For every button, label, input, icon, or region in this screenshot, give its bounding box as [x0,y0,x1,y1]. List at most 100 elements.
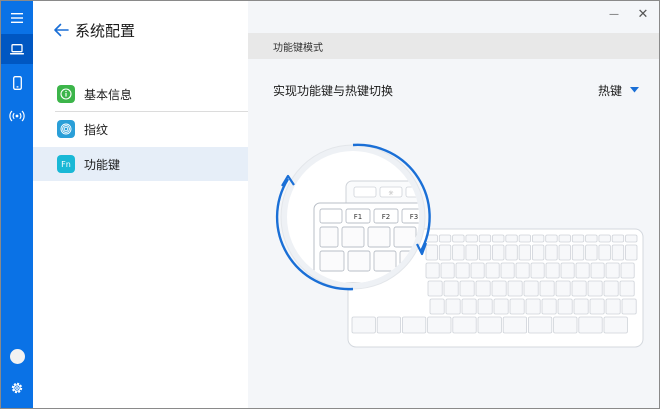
keyboard-key [558,244,571,261]
fn-key-icon-text: Fn [61,159,71,169]
keyboard-key [553,316,578,334]
keyboard-key [478,234,492,243]
keyboard-key [401,316,427,334]
keyboard-key [603,316,628,334]
rail-item-wireless[interactable] [1,101,33,131]
fn-key-icon: Fn [57,155,75,173]
keyboard-key [531,244,545,261]
keyboard-key [493,298,509,315]
keyboard-key [485,262,500,279]
keyboard-key [625,244,638,261]
keyboard-key [575,262,590,279]
fn-mode-setting-row: 实现功能键与热键切换 热键 [248,77,659,103]
keyboard-key [557,298,573,315]
keyboard-key [578,316,603,334]
keyboard-key [585,244,598,261]
settings-button[interactable] [1,373,33,403]
keyboard-key [492,244,505,261]
keyboard-key [425,262,440,279]
back-arrow-icon[interactable] [53,22,69,38]
keyboard-key [531,234,545,243]
keyboard-key [505,244,518,261]
minimize-button[interactable]: — [604,5,624,23]
keyboard-key [438,234,452,243]
keyboard-key [571,234,585,243]
keyboard-key [459,280,475,297]
fn-mode-dropdown[interactable]: 热键 [598,82,639,99]
close-icon: ✕ [637,6,649,22]
key-label: F2 [382,213,390,221]
keyboard-key [438,244,452,261]
settings-nav-panel: 系统配置 基本信息 指纹 Fn 功能键 [33,1,248,408]
keyboard-key [509,298,525,315]
keyboard-key [555,280,571,297]
nav-item-fingerprint[interactable]: 指纹 [33,112,248,146]
keyboard-key [507,280,523,297]
keyboard-key [505,234,518,243]
page-title: 系统配置 [75,21,136,40]
keyboard-key [619,280,635,297]
close-button[interactable]: ✕ [633,5,653,23]
keyboard-key [539,280,555,297]
keyboard-key [455,262,470,279]
section-title: 功能键模式 [273,42,323,54]
keyboard-key [491,280,507,297]
keyboard-key [620,262,635,279]
info-icon [57,85,75,103]
caret-down-icon [630,87,639,93]
nav-item-label: 基本信息 [84,87,133,102]
dropdown-value: 热键 [597,83,622,98]
keyboard-key [425,244,438,261]
keyboard-key [443,280,459,297]
keyboard-key [558,234,571,243]
rail-item-phone[interactable] [1,68,33,98]
wireless-icon [9,110,25,122]
user-avatar-button[interactable] [1,341,33,371]
window-titlebar: — ✕ [248,1,659,29]
keyboard-key [611,244,625,261]
keyboard-key [475,280,491,297]
keyboard-key [500,262,515,279]
keyboard-key [541,298,557,315]
nav-header: 系统配置 [33,15,248,45]
keyboard-key [598,244,611,261]
keyboard-key [477,298,493,315]
fingerprint-icon [57,120,75,138]
key-label: F1 [354,213,362,221]
nav-item-basic-info[interactable]: 基本信息 [33,77,248,111]
keyboard-key [571,280,587,297]
keyboard-key [621,298,637,315]
keyboard-key [587,280,603,297]
keyboard-key [523,280,539,297]
svg-text:☼: ☼ [388,190,394,197]
keyboard-key [625,234,638,243]
keyboard-key [376,316,401,334]
keyboard-key [470,262,485,279]
setting-label: 实现功能键与热键切换 [273,83,394,98]
key-label: F3 [410,213,418,221]
rail-item-laptop[interactable] [1,34,33,64]
keyboard-key [452,234,465,243]
menu-button[interactable] [1,3,33,33]
keyboard-key [605,298,621,315]
keyboard-key [429,298,445,315]
app-window: 系统配置 基本信息 指纹 Fn 功能键 — ✕ 功能键模式 实现功能键与热键切换… [0,0,660,409]
keyboard-key [440,262,455,279]
keyboard-key [603,280,619,297]
keyboard-key [545,262,560,279]
keyboard-key [515,262,530,279]
nav-item-fn-keys[interactable]: Fn 功能键 [33,147,248,181]
menu-icon [11,13,23,23]
keyboard-key [478,244,492,261]
keyboard-key [573,298,589,315]
nav-item-label: 功能键 [84,157,121,172]
section-header: 功能键模式 [248,33,659,59]
keyboard-key [530,262,545,279]
keyboard-key [452,316,477,334]
keyboard-key [351,316,376,334]
keyboard-key [502,316,527,334]
avatar [9,348,25,364]
keyboard-key [598,234,611,243]
keyboard-key [465,244,478,261]
keyboard-key [492,234,505,243]
